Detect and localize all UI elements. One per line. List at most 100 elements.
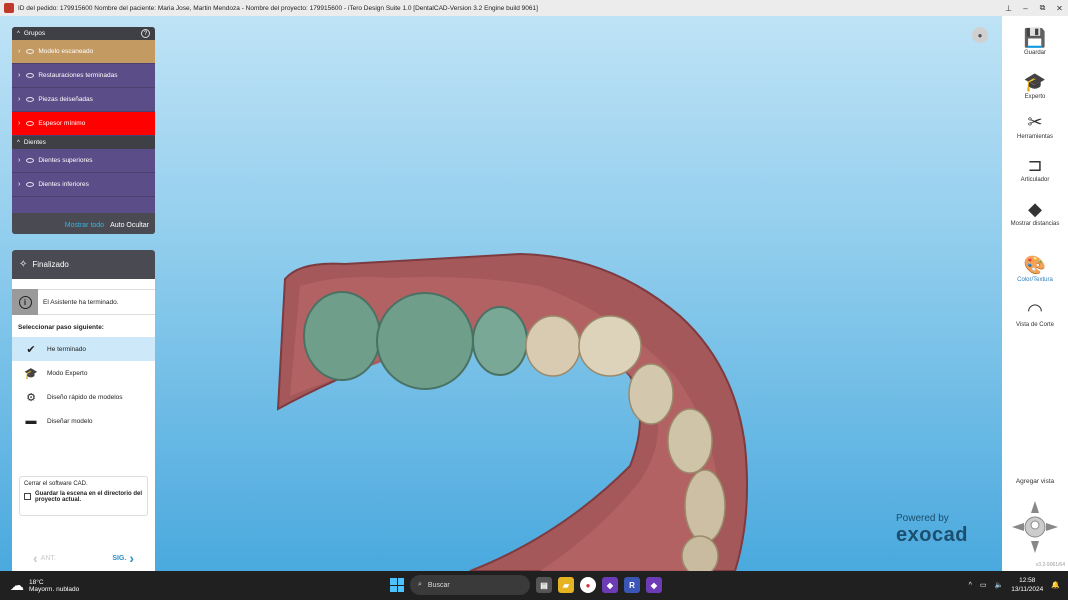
magic-wand-icon: ✧ [19,259,28,270]
notification-icon[interactable]: ● [972,27,988,43]
tools-button[interactable]: ✂ Herramientas [1002,110,1068,140]
articulator-icon: ⊐ [1027,155,1043,175]
chevron-right-icon[interactable]: › [18,181,20,188]
chevron-right-icon[interactable]: › [18,48,20,55]
cut-view-button[interactable]: ◠ Vista de Corte [1002,298,1068,328]
save-button[interactable]: 💾 Guardar [1002,26,1068,56]
expert-button[interactable]: 🎓 Experto [1002,70,1068,100]
palette-icon: 🎨 [1023,255,1047,275]
distances-icon: ◆ [1028,199,1042,219]
articulator-button[interactable]: ⊐ Articulador [1002,153,1068,183]
app-icon-2[interactable]: ◆ [646,577,662,593]
file-explorer-icon[interactable]: ▰ [558,577,574,593]
wizard-info-message: i El Asistente ha terminado. [12,289,155,315]
eye-hidden-icon[interactable] [26,182,35,187]
wizard-header: ✧ Finalizado [12,250,155,279]
chevron-right-icon[interactable]: › [18,96,20,103]
eye-icon[interactable] [26,73,35,78]
save-icon: 💾 [1023,28,1047,48]
taskbar-search[interactable]: ⌕ Buscar [410,575,530,595]
option-quick-model-design[interactable]: ⚙ Diseño rápido de modelos [12,385,155,409]
toolbar-label: Guardar [1023,50,1046,56]
add-view-button[interactable]: Agregar vista [1002,478,1068,485]
chevron-right-icon: › [129,550,134,566]
windows-start-icon[interactable] [390,578,404,592]
title-bar: ID del pedido: 179915600 Nombre del paci… [0,0,1068,16]
save-scene-label[interactable]: Guardar la escena en el directorio del p… [35,491,143,503]
chrome-icon[interactable]: ● [580,577,596,593]
select-next-label: Seleccionar paso siguiente: [18,324,104,331]
notifications-icon[interactable]: 🔔 [1051,581,1060,589]
restore-button[interactable]: ⧉ [1034,0,1051,16]
task-view-icon[interactable]: ▤ [536,577,552,593]
pin-button[interactable]: ⊥ [1000,0,1017,16]
minimize-button[interactable]: – [1017,0,1034,16]
date: 13/11/2024 [1011,586,1044,593]
groups-panel: ^ Grupos ? › Modelo escaneado › Restaura… [12,27,155,234]
prev-label: ANT. [40,554,56,562]
show-distances-button[interactable]: ◆ Mostrar distancias [1002,197,1068,227]
view-cube-icon[interactable] [1010,499,1060,555]
app-icon-1[interactable]: ◆ [602,577,618,593]
restoration-tooth-2 [376,292,474,390]
next-button[interactable]: SIG. › [112,550,137,566]
auto-hide-button[interactable]: Auto Ocultar [110,222,149,229]
groups-header[interactable]: ^ Grupos ? [12,27,155,40]
option-label: Modo Experto [47,369,88,377]
next-label: SIG. [112,554,127,562]
option-expert-mode[interactable]: 🎓 Modo Experto [12,361,155,385]
option-finished[interactable]: ✔ He terminado [12,337,155,361]
show-all-button[interactable]: Mostrar todo [65,222,104,229]
restoration-tooth-1 [303,291,381,381]
chevron-left-icon: ‹ [33,550,38,566]
network-icon[interactable]: ▭ [980,581,987,589]
chevron-right-icon[interactable]: › [18,72,20,79]
group-item-upper-teeth[interactable]: › Dientes superiores [12,149,155,173]
group-item-designed-pieces[interactable]: › Piezas deiseñadas [12,88,155,112]
color-texture-button[interactable]: 🎨 Color/Textura [1002,253,1068,283]
eye-hidden-icon[interactable] [26,121,35,126]
group-item-scanned-model[interactable]: › Modelo escaneado [12,40,155,64]
save-scene-checkbox[interactable] [24,493,31,500]
toolbar-label: Mostrar distancias [1010,221,1060,227]
graduation-cap-icon: 🎓 [24,367,38,380]
app-icon-r[interactable]: R [624,577,640,593]
group-item-minimum-thickness[interactable]: › Espesor mínimo [12,112,155,136]
eye-icon[interactable] [26,158,35,163]
help-button[interactable]: ? [141,29,150,38]
chevron-up-icon: ^ [17,30,20,37]
group-label: Dientes superiores [38,157,93,164]
close-cad-label: Cerrar el software CAD. [24,481,88,487]
toolbar-label: Experto [1024,94,1046,100]
toolbar-label: Color/Textura [1017,277,1053,283]
chevron-up-icon[interactable]: ^ [969,582,972,589]
search-icon: ⌕ [418,581,422,588]
speaker-icon[interactable]: 🔈 [995,581,1004,589]
prev-button[interactable]: ‹ ANT. [30,550,56,566]
weather-widget[interactable]: ☁ 18°C Mayorm. nublado [10,577,79,594]
teeth-header[interactable]: ^ Dientes [12,136,155,149]
quick-model-icon: ⚙ [26,391,36,404]
chevron-right-icon[interactable]: › [18,120,20,127]
group-label: Espesor mínimo [38,120,86,127]
chevron-up-icon: ^ [17,139,20,146]
option-label: Diseñar modelo [47,417,93,425]
restoration-tooth-3 [472,306,528,376]
chevron-right-icon[interactable]: › [18,157,20,164]
wizard-title: Finalizado [32,260,69,269]
right-toolbar: 💾 Guardar 🎓 Experto ✂ Herramientas ⊐ Art… [1002,16,1068,571]
eye-icon[interactable] [26,49,35,54]
3d-viewport[interactable]: ^ Grupos ? › Modelo escaneado › Restaura… [0,16,1002,571]
toolbar-label: Vista de Corte [1016,322,1054,328]
search-placeholder: Buscar [427,581,450,589]
group-item-finished-restorations[interactable]: › Restauraciones terminadas [12,64,155,88]
eye-hidden-icon[interactable] [26,97,35,102]
option-design-model[interactable]: ▬ Diseñar modelo [12,409,155,433]
tools-icon: ✂ [1027,112,1043,132]
info-icon: i [18,295,32,309]
clock[interactable]: 12:58 13/11/2024 [1011,576,1043,594]
groups-title: Grupos [23,30,46,37]
temperature: 18°C [29,578,44,586]
close-button[interactable]: ✕ [1051,0,1068,16]
group-item-lower-teeth[interactable]: › Dientes inferiores [12,173,155,197]
